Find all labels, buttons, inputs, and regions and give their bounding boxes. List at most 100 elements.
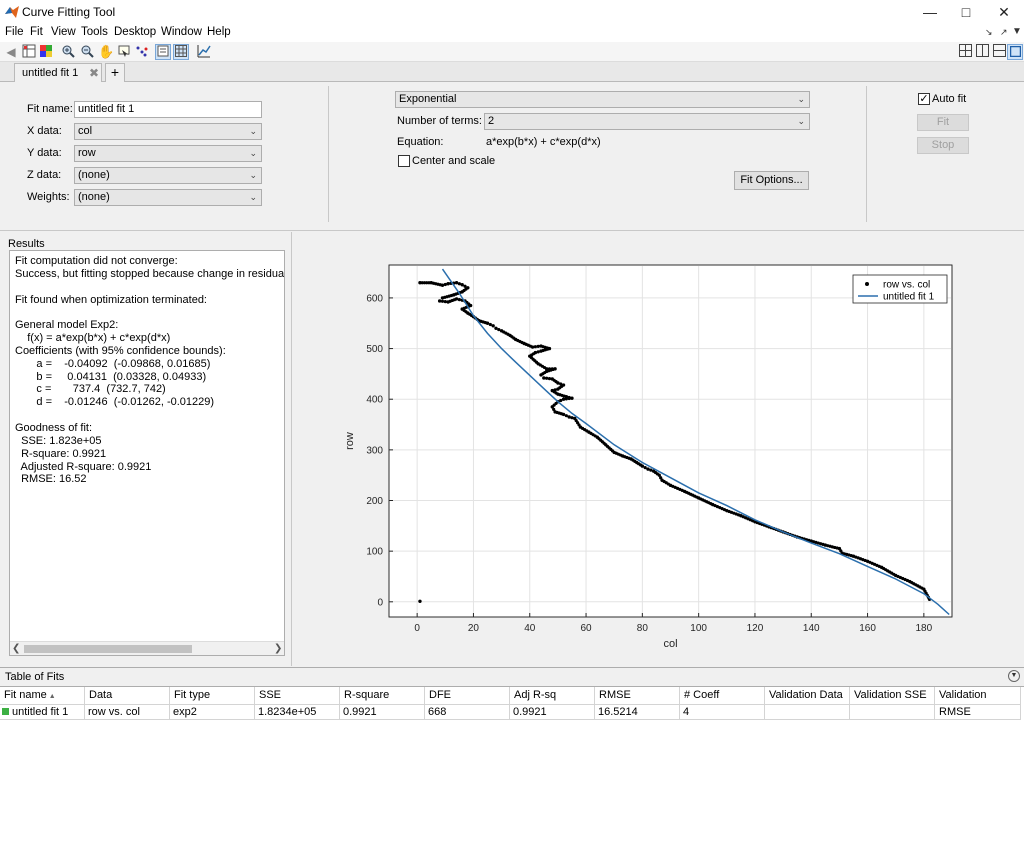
- zoom-out-icon[interactable]: [79, 44, 95, 60]
- table-cell[interactable]: untitled fit 1: [0, 705, 85, 720]
- results-line: [15, 306, 284, 319]
- pan-hand-icon[interactable]: ✋: [98, 44, 114, 60]
- menu-file[interactable]: File: [5, 26, 24, 38]
- layout-grid-icon[interactable]: [957, 44, 973, 60]
- zoom-in-icon[interactable]: [60, 44, 76, 60]
- column-header[interactable]: Fit type: [170, 687, 255, 705]
- help-panel-icon[interactable]: ▼: [1012, 26, 1022, 37]
- chevron-down-icon: ⌄: [797, 94, 805, 104]
- data-point[interactable]: [437, 299, 442, 303]
- data-point[interactable]: [567, 415, 571, 419]
- maximize-button[interactable]: □: [948, 0, 984, 24]
- y-tick-label: 100: [366, 547, 383, 558]
- fit-options-button[interactable]: Fit Options...: [734, 171, 809, 190]
- table-cell[interactable]: 0.9921: [510, 705, 595, 720]
- center-scale-checkbox[interactable]: [398, 155, 410, 167]
- x-data-select[interactable]: col ⌄: [74, 123, 262, 140]
- data-point[interactable]: [446, 282, 450, 286]
- center-scale-label: Center and scale: [412, 155, 496, 167]
- table-cell[interactable]: [935, 705, 1021, 720]
- fit-name-input[interactable]: untitled fit 1: [74, 101, 262, 118]
- menu-view[interactable]: View: [51, 26, 76, 38]
- data-cursor-icon[interactable]: [116, 44, 132, 60]
- close-button[interactable]: ✕: [986, 0, 1022, 24]
- legend-toggle-icon[interactable]: [155, 44, 171, 60]
- section-divider: [0, 667, 1024, 668]
- table-cell[interactable]: [850, 705, 935, 720]
- data-point[interactable]: [454, 281, 459, 285]
- table-cell[interactable]: 1.8234e+05: [255, 705, 340, 720]
- column-header[interactable]: RMSE: [595, 687, 680, 705]
- grid-toggle-icon[interactable]: [173, 44, 189, 60]
- terms-select[interactable]: 2 ⌄: [484, 113, 810, 130]
- menu-window[interactable]: Window: [161, 26, 202, 38]
- menu-tools[interactable]: Tools: [81, 26, 108, 38]
- column-header[interactable]: Validation Data: [765, 687, 850, 705]
- add-tab-button[interactable]: +: [105, 63, 125, 82]
- menu-help[interactable]: Help: [207, 26, 231, 38]
- table-cell[interactable]: [765, 705, 850, 720]
- weights-select[interactable]: (none) ⌄: [74, 189, 262, 206]
- column-header[interactable]: DFE: [425, 687, 510, 705]
- back-icon[interactable]: ◀: [3, 44, 19, 60]
- fit-button[interactable]: Fit: [917, 114, 969, 131]
- data-point[interactable]: [646, 467, 650, 471]
- y-tick-label: 200: [366, 496, 383, 507]
- data-point[interactable]: [542, 376, 546, 380]
- minimize-button[interactable]: —: [912, 0, 948, 24]
- prediction-bounds-icon[interactable]: [196, 44, 212, 60]
- scroll-thumb[interactable]: [24, 645, 192, 653]
- menu-fit[interactable]: Fit: [30, 26, 43, 38]
- colormap-icon[interactable]: [38, 44, 54, 60]
- table-cell[interactable]: exp2: [170, 705, 255, 720]
- z-data-select[interactable]: (none) ⌄: [74, 167, 262, 184]
- x-axis-label: col: [663, 638, 677, 650]
- y-tick-label: 0: [377, 597, 383, 608]
- exclude-outliers-icon[interactable]: [134, 44, 150, 60]
- column-header[interactable]: Adj R-sq: [510, 687, 595, 705]
- menu-desktop[interactable]: Desktop: [114, 26, 156, 38]
- data-point[interactable]: [494, 326, 498, 331]
- data-point[interactable]: [570, 396, 574, 400]
- table-cell[interactable]: 0.9921: [340, 705, 425, 720]
- column-header[interactable]: # Coeff: [680, 687, 765, 705]
- stop-button[interactable]: Stop: [917, 137, 969, 154]
- data-point[interactable]: [418, 599, 422, 603]
- x-data-value: col: [78, 125, 93, 137]
- data-point[interactable]: [491, 324, 495, 328]
- data-point: [849, 554, 853, 558]
- horizontal-scrollbar[interactable]: ❮ ❯: [10, 641, 284, 655]
- auto-fit-checkbox[interactable]: ✓: [918, 93, 930, 105]
- close-tab-icon[interactable]: ✖: [89, 66, 99, 80]
- column-header[interactable]: Fit name ▲: [0, 687, 85, 705]
- data-point: [506, 332, 510, 336]
- collapse-table-icon[interactable]: ▼: [1008, 670, 1020, 682]
- data-point[interactable]: [561, 397, 566, 401]
- data-point: [443, 282, 447, 287]
- model-type-select[interactable]: Exponential ⌄: [395, 91, 810, 108]
- minimize-panel-icon[interactable]: ↘: [985, 27, 993, 38]
- table-cell[interactable]: 16.5214: [595, 705, 680, 720]
- layout-rows-icon[interactable]: [991, 44, 1007, 60]
- table-icon[interactable]: [21, 44, 37, 60]
- results-line: [15, 281, 284, 294]
- terms-value: 2: [488, 115, 495, 127]
- fit-plot[interactable]: 0 20 40 60 80 100 120 140 160 180 0 100 200 300 400 500…: [294, 236, 1021, 664]
- table-cell[interactable]: 668: [425, 705, 510, 720]
- column-header[interactable]: R-square: [340, 687, 425, 705]
- layout-single-icon[interactable]: [1007, 44, 1023, 60]
- column-header[interactable]: Validation SSE: [850, 687, 935, 705]
- scroll-left-icon[interactable]: ❮: [12, 642, 20, 655]
- table-cell[interactable]: row vs. col: [85, 705, 170, 720]
- layout-columns-icon[interactable]: [974, 44, 990, 60]
- scroll-right-icon[interactable]: ❯: [274, 642, 282, 655]
- column-header[interactable]: Data: [85, 687, 170, 705]
- y-data-select[interactable]: row ⌄: [74, 145, 262, 162]
- results-panel[interactable]: Fit computation did not converge: Success…: [9, 250, 285, 656]
- column-header[interactable]: SSE: [255, 687, 340, 705]
- undock-icon[interactable]: ↗: [1000, 27, 1008, 38]
- table-cell[interactable]: 4: [680, 705, 765, 720]
- column-header[interactable]: Validation RMSE: [935, 687, 1021, 718]
- tab-untitled-fit-1[interactable]: untitled fit 1 ✖: [14, 63, 102, 82]
- data-point[interactable]: [460, 283, 464, 287]
